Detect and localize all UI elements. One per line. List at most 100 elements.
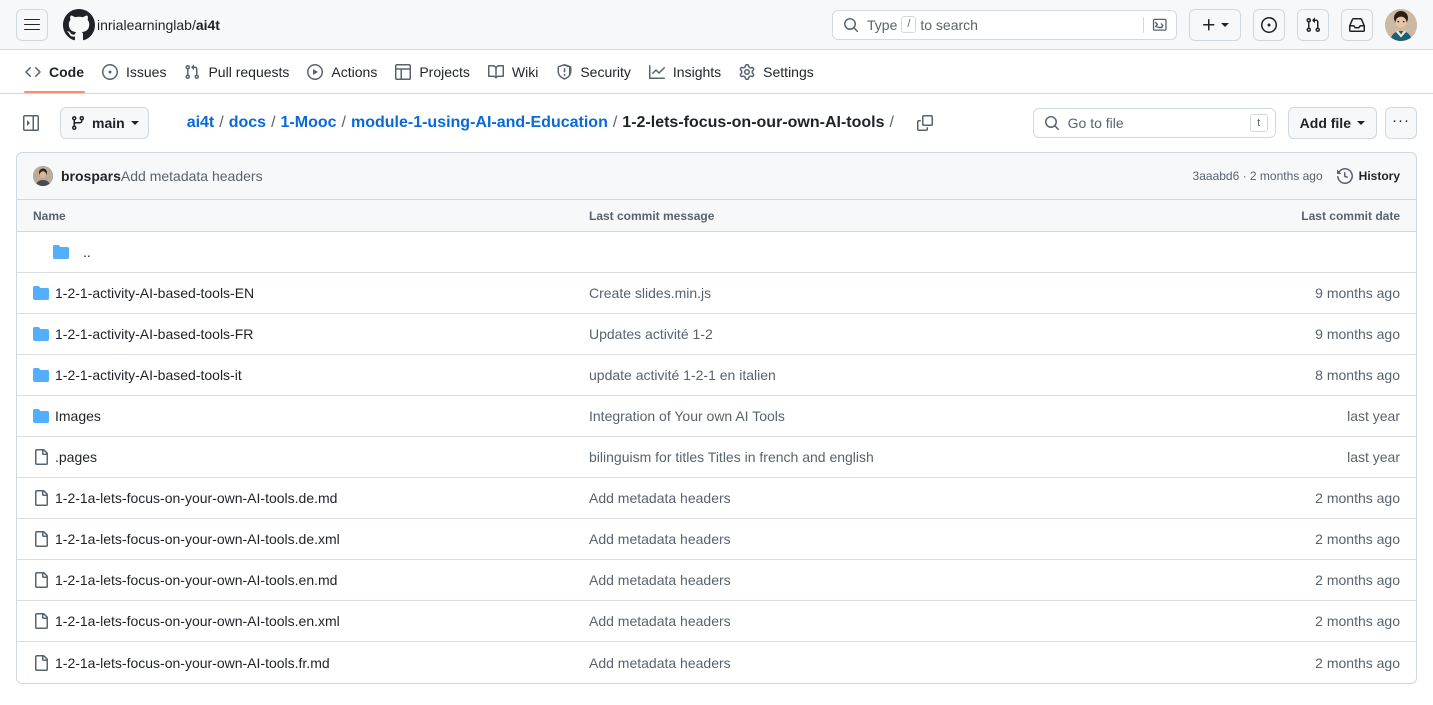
row-commit-message[interactable]: Add metadata headers bbox=[589, 531, 1255, 547]
file-name-link[interactable]: 1-2-1-activity-AI-based-tools-it bbox=[55, 367, 242, 383]
table-row[interactable]: 1-2-1a-lets-focus-on-your-own-AI-tools.e… bbox=[17, 560, 1416, 601]
create-new-button[interactable] bbox=[1189, 8, 1241, 41]
git-pull-request-icon bbox=[185, 64, 200, 79]
commit-message[interactable]: Add metadata headers bbox=[121, 168, 263, 184]
tab-actions-label: Actions bbox=[331, 63, 378, 80]
table-row[interactable]: .pages bilinguism for titles Titles in fr… bbox=[17, 437, 1416, 478]
file-icon bbox=[33, 654, 49, 671]
table-row[interactable]: 1-2-1-activity-AI-based-tools-FR Updates … bbox=[17, 314, 1416, 355]
row-commit-message[interactable]: Updates activité 1-2 bbox=[589, 326, 1255, 342]
add-file-button[interactable]: Add file bbox=[1287, 107, 1377, 139]
table-row[interactable]: 1-2-1a-lets-focus-on-your-own-AI-tools.e… bbox=[17, 601, 1416, 642]
breadcrumb-current: 1-2-lets-focus-on-our-own-AI-tools bbox=[622, 114, 885, 131]
issues-button[interactable] bbox=[1253, 8, 1285, 41]
search-slash-key: / bbox=[901, 16, 917, 33]
shield-icon bbox=[557, 63, 572, 80]
folder-icon bbox=[33, 285, 49, 301]
file-name-link[interactable]: 1-2-1a-lets-focus-on-your-own-AI-tools.e… bbox=[55, 613, 340, 629]
repo-owner-link[interactable]: inrialearninglab bbox=[97, 17, 192, 33]
hamburger-menu-button[interactable] bbox=[16, 8, 48, 41]
tab-code-label: Code bbox=[49, 63, 84, 80]
more-options-button[interactable]: ··· bbox=[1385, 107, 1417, 139]
notifications-inbox-button[interactable] bbox=[1341, 8, 1373, 41]
inbox-icon bbox=[1349, 17, 1365, 32]
tab-insights[interactable]: Insights bbox=[640, 50, 730, 93]
table-row[interactable]: 1-2-1a-lets-focus-on-your-own-AI-tools.d… bbox=[17, 478, 1416, 519]
gear-icon bbox=[739, 63, 755, 80]
tab-projects[interactable]: Projects bbox=[386, 50, 479, 93]
table-row[interactable]: 1-2-1-activity-AI-based-tools-EN Create s… bbox=[17, 273, 1416, 314]
breadcrumb-link-2[interactable]: 1-Mooc bbox=[281, 114, 337, 132]
table-row[interactable]: 1-2-1a-lets-focus-on-your-own-AI-tools.f… bbox=[17, 642, 1416, 683]
tab-actions[interactable]: Actions bbox=[298, 50, 386, 93]
tab-insights-label: Insights bbox=[672, 63, 722, 80]
table-row[interactable]: Images Integration of Your own AI Tools la… bbox=[17, 396, 1416, 437]
search-icon bbox=[844, 17, 859, 32]
breadcrumb-link-0[interactable]: ai4t bbox=[187, 114, 215, 132]
commit-sha-and-time[interactable]: 3aaabd6 · 2 months ago bbox=[1193, 169, 1323, 183]
search-input[interactable]: Type / to search bbox=[832, 9, 1177, 40]
row-name-cell: 1-2-1-activity-AI-based-tools-it bbox=[33, 367, 589, 383]
tab-wiki[interactable]: Wiki bbox=[479, 50, 547, 93]
github-mark-icon[interactable] bbox=[63, 8, 95, 41]
issue-opened-icon bbox=[1261, 16, 1277, 33]
row-commit-message[interactable]: bilinguism for titles Titles in french a… bbox=[589, 449, 1255, 465]
file-name-link[interactable]: 1-2-1a-lets-focus-on-your-own-AI-tools.f… bbox=[55, 655, 330, 671]
row-commit-message[interactable]: Add metadata headers bbox=[589, 490, 1255, 506]
parent-directory-link[interactable]: .. bbox=[83, 244, 91, 260]
global-header: inrialearninglab / ai4t Type / to search bbox=[0, 0, 1433, 50]
chevron-down-icon bbox=[130, 121, 139, 125]
row-commit-message[interactable]: Add metadata headers bbox=[589, 655, 1255, 671]
history-icon bbox=[1336, 168, 1353, 184]
folder-icon bbox=[33, 326, 49, 342]
tab-security[interactable]: Security bbox=[547, 50, 640, 93]
table-row[interactable]: 1-2-1a-lets-focus-on-your-own-AI-tools.d… bbox=[17, 519, 1416, 560]
row-commit-message[interactable]: update activité 1-2-1 en italien bbox=[589, 367, 1255, 383]
file-name-link[interactable]: 1-2-1a-lets-focus-on-your-own-AI-tools.d… bbox=[55, 531, 340, 547]
breadcrumb: ai4t / docs / 1-Mooc / module-1-using-AI… bbox=[187, 114, 899, 132]
repo-name-link[interactable]: ai4t bbox=[196, 17, 220, 33]
file-icon bbox=[33, 531, 49, 547]
go-to-file-input[interactable]: Go to file t bbox=[1032, 108, 1276, 138]
sidebar-toggle-button[interactable] bbox=[16, 108, 46, 138]
pull-requests-button[interactable] bbox=[1297, 8, 1329, 41]
terminal-icon[interactable] bbox=[1152, 17, 1168, 33]
table-row[interactable]: .. bbox=[17, 232, 1416, 273]
copy-path-button[interactable] bbox=[911, 109, 939, 137]
tab-issues[interactable]: Issues bbox=[93, 50, 175, 93]
history-button[interactable]: History bbox=[1336, 168, 1400, 184]
row-commit-message[interactable]: Add metadata headers bbox=[589, 613, 1255, 629]
go-to-file-placeholder: Go to file bbox=[1067, 115, 1124, 131]
row-name-cell: .pages bbox=[33, 449, 589, 465]
file-name-link[interactable]: .pages bbox=[55, 449, 97, 465]
row-commit-message[interactable]: Integration of Your own AI Tools bbox=[589, 408, 1255, 424]
row-name-cell: 1-2-1-activity-AI-based-tools-FR bbox=[33, 326, 589, 342]
folder-icon bbox=[33, 409, 49, 423]
chevron-down-icon bbox=[1357, 121, 1365, 125]
repo-navigation: Code Issues Pull requests Actions Projec… bbox=[0, 50, 1433, 94]
commit-author-avatar[interactable] bbox=[33, 166, 53, 186]
book-icon bbox=[487, 64, 504, 78]
commit-author-name[interactable]: brospars bbox=[61, 168, 121, 184]
file-name-link[interactable]: 1-2-1a-lets-focus-on-your-own-AI-tools.d… bbox=[55, 490, 337, 506]
table-row[interactable]: 1-2-1-activity-AI-based-tools-it update a… bbox=[17, 355, 1416, 396]
file-name-link[interactable]: 1-2-1-activity-AI-based-tools-EN bbox=[55, 285, 254, 301]
breadcrumb-link-3[interactable]: module-1-using-AI-and-Education bbox=[351, 114, 608, 132]
latest-commit-bar: brospars Add metadata headers 3aaabd6 · … bbox=[16, 152, 1417, 200]
tab-settings[interactable]: Settings bbox=[730, 50, 823, 93]
file-name-link[interactable]: Images bbox=[55, 408, 101, 424]
tab-code[interactable]: Code bbox=[16, 50, 93, 93]
tab-pull-requests[interactable]: Pull requests bbox=[175, 50, 298, 93]
row-commit-message[interactable]: Create slides.min.js bbox=[589, 285, 1255, 301]
file-name-link[interactable]: 1-2-1a-lets-focus-on-your-own-AI-tools.e… bbox=[55, 572, 337, 588]
folder-icon bbox=[33, 368, 49, 382]
breadcrumb-link-1[interactable]: docs bbox=[229, 114, 266, 132]
branch-selector-button[interactable]: main bbox=[60, 107, 149, 139]
user-avatar[interactable] bbox=[1385, 8, 1417, 41]
row-commit-message[interactable]: Add metadata headers bbox=[589, 572, 1255, 588]
issue-opened-icon bbox=[102, 63, 118, 80]
breadcrumb-trailing-separator: / bbox=[889, 114, 894, 131]
table-icon bbox=[395, 63, 412, 80]
file-name-link[interactable]: 1-2-1-activity-AI-based-tools-FR bbox=[55, 326, 253, 342]
tab-security-label: Security bbox=[580, 63, 631, 80]
